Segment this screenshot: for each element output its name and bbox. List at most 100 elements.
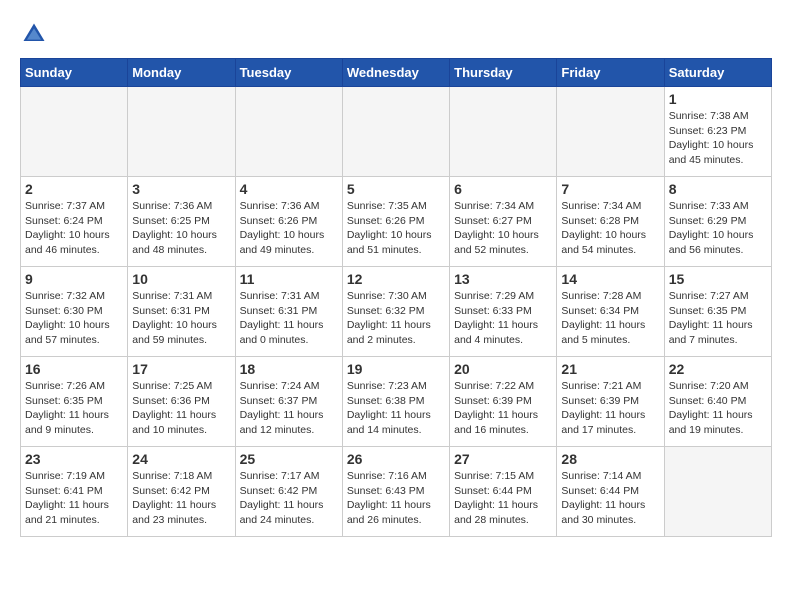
calendar-cell: 21 Sunrise: 7:21 AM Sunset: 6:39 PM Dayli… [557, 357, 664, 447]
calendar-cell: 10 Sunrise: 7:31 AM Sunset: 6:31 PM Dayli… [128, 267, 235, 357]
calendar-table: SundayMondayTuesdayWednesdayThursdayFrid… [20, 58, 772, 537]
calendar-cell: 28Sunrise: 7:14 AM Sunset: 6:44 PM Dayli… [557, 447, 664, 537]
day-info: Sunrise: 7:31 AM Sunset: 6:31 PM Dayligh… [240, 289, 338, 348]
day-number: 24 [132, 451, 230, 467]
calendar-cell: 5 Sunrise: 7:35 AM Sunset: 6:26 PM Daylig… [342, 177, 449, 267]
day-info: Sunrise: 7:35 AM Sunset: 6:26 PM Dayligh… [347, 199, 445, 258]
day-number: 5 [347, 181, 445, 197]
day-info: Sunrise: 7:22 AM Sunset: 6:39 PM Dayligh… [454, 379, 552, 438]
calendar-cell: 4 Sunrise: 7:36 AM Sunset: 6:26 PM Daylig… [235, 177, 342, 267]
day-info: Sunrise: 7:34 AM Sunset: 6:27 PM Dayligh… [454, 199, 552, 258]
calendar-header-row: SundayMondayTuesdayWednesdayThursdayFrid… [21, 59, 772, 87]
day-number: 22 [669, 361, 767, 377]
day-number: 4 [240, 181, 338, 197]
day-header: Thursday [450, 59, 557, 87]
day-info: Sunrise: 7:37 AM Sunset: 6:24 PM Dayligh… [25, 199, 123, 258]
day-number: 26 [347, 451, 445, 467]
day-info: Sunrise: 7:27 AM Sunset: 6:35 PM Dayligh… [669, 289, 767, 348]
day-number: 23 [25, 451, 123, 467]
calendar-cell [128, 87, 235, 177]
day-number: 7 [561, 181, 659, 197]
day-info: Sunrise: 7:30 AM Sunset: 6:32 PM Dayligh… [347, 289, 445, 348]
day-header: Saturday [664, 59, 771, 87]
calendar-cell [21, 87, 128, 177]
calendar-cell: 3 Sunrise: 7:36 AM Sunset: 6:25 PM Daylig… [128, 177, 235, 267]
day-info: Sunrise: 7:31 AM Sunset: 6:31 PM Dayligh… [132, 289, 230, 348]
day-info: Sunrise: 7:23 AM Sunset: 6:38 PM Dayligh… [347, 379, 445, 438]
calendar-cell: 12 Sunrise: 7:30 AM Sunset: 6:32 PM Dayli… [342, 267, 449, 357]
calendar-cell: 23 Sunrise: 7:19 AM Sunset: 6:41 PM Dayli… [21, 447, 128, 537]
day-info: Sunrise: 7:16 AM Sunset: 6:43 PM Dayligh… [347, 469, 445, 528]
calendar-cell: 1 Sunrise: 7:38 AM Sunset: 6:23 PM Daylig… [664, 87, 771, 177]
day-number: 8 [669, 181, 767, 197]
logo-icon [20, 20, 48, 48]
day-header: Monday [128, 59, 235, 87]
calendar-cell: 27 Sunrise: 7:15 AM Sunset: 6:44 PM Dayli… [450, 447, 557, 537]
calendar-cell: 9Sunrise: 7:32 AM Sunset: 6:30 PM Daylig… [21, 267, 128, 357]
calendar-cell: 25 Sunrise: 7:17 AM Sunset: 6:42 PM Dayli… [235, 447, 342, 537]
calendar-cell: 13 Sunrise: 7:29 AM Sunset: 6:33 PM Dayli… [450, 267, 557, 357]
day-header: Friday [557, 59, 664, 87]
day-info: Sunrise: 7:36 AM Sunset: 6:25 PM Dayligh… [132, 199, 230, 258]
day-number: 6 [454, 181, 552, 197]
day-number: 17 [132, 361, 230, 377]
calendar-cell: 19 Sunrise: 7:23 AM Sunset: 6:38 PM Dayli… [342, 357, 449, 447]
calendar-cell: 18 Sunrise: 7:24 AM Sunset: 6:37 PM Dayli… [235, 357, 342, 447]
day-number: 27 [454, 451, 552, 467]
calendar-cell: 2 Sunrise: 7:37 AM Sunset: 6:24 PM Daylig… [21, 177, 128, 267]
day-info: Sunrise: 7:28 AM Sunset: 6:34 PM Dayligh… [561, 289, 659, 348]
day-info: Sunrise: 7:38 AM Sunset: 6:23 PM Dayligh… [669, 109, 767, 168]
calendar-week-row: 9Sunrise: 7:32 AM Sunset: 6:30 PM Daylig… [21, 267, 772, 357]
day-number: 1 [669, 91, 767, 107]
page-header [20, 20, 772, 48]
calendar-cell: 16Sunrise: 7:26 AM Sunset: 6:35 PM Dayli… [21, 357, 128, 447]
calendar-cell: 8 Sunrise: 7:33 AM Sunset: 6:29 PM Daylig… [664, 177, 771, 267]
day-number: 3 [132, 181, 230, 197]
calendar-cell: 11 Sunrise: 7:31 AM Sunset: 6:31 PM Dayli… [235, 267, 342, 357]
calendar-cell [664, 447, 771, 537]
day-number: 18 [240, 361, 338, 377]
calendar-week-row: 23 Sunrise: 7:19 AM Sunset: 6:41 PM Dayli… [21, 447, 772, 537]
day-info: Sunrise: 7:26 AM Sunset: 6:35 PM Dayligh… [25, 379, 123, 438]
calendar-week-row: 16Sunrise: 7:26 AM Sunset: 6:35 PM Dayli… [21, 357, 772, 447]
day-info: Sunrise: 7:15 AM Sunset: 6:44 PM Dayligh… [454, 469, 552, 528]
calendar-cell: 26 Sunrise: 7:16 AM Sunset: 6:43 PM Dayli… [342, 447, 449, 537]
day-number: 15 [669, 271, 767, 287]
day-number: 13 [454, 271, 552, 287]
day-info: Sunrise: 7:25 AM Sunset: 6:36 PM Dayligh… [132, 379, 230, 438]
calendar-cell: 15 Sunrise: 7:27 AM Sunset: 6:35 PM Dayli… [664, 267, 771, 357]
calendar-week-row: 2 Sunrise: 7:37 AM Sunset: 6:24 PM Daylig… [21, 177, 772, 267]
day-number: 12 [347, 271, 445, 287]
day-info: Sunrise: 7:18 AM Sunset: 6:42 PM Dayligh… [132, 469, 230, 528]
calendar-cell [342, 87, 449, 177]
day-info: Sunrise: 7:17 AM Sunset: 6:42 PM Dayligh… [240, 469, 338, 528]
day-info: Sunrise: 7:36 AM Sunset: 6:26 PM Dayligh… [240, 199, 338, 258]
day-info: Sunrise: 7:34 AM Sunset: 6:28 PM Dayligh… [561, 199, 659, 258]
day-number: 21 [561, 361, 659, 377]
calendar-week-row: 1 Sunrise: 7:38 AM Sunset: 6:23 PM Daylig… [21, 87, 772, 177]
calendar-cell [557, 87, 664, 177]
day-header: Wednesday [342, 59, 449, 87]
day-number: 10 [132, 271, 230, 287]
day-info: Sunrise: 7:29 AM Sunset: 6:33 PM Dayligh… [454, 289, 552, 348]
day-number: 2 [25, 181, 123, 197]
day-info: Sunrise: 7:24 AM Sunset: 6:37 PM Dayligh… [240, 379, 338, 438]
day-info: Sunrise: 7:19 AM Sunset: 6:41 PM Dayligh… [25, 469, 123, 528]
calendar-cell: 14Sunrise: 7:28 AM Sunset: 6:34 PM Dayli… [557, 267, 664, 357]
day-header: Tuesday [235, 59, 342, 87]
day-number: 25 [240, 451, 338, 467]
calendar-cell [450, 87, 557, 177]
day-info: Sunrise: 7:21 AM Sunset: 6:39 PM Dayligh… [561, 379, 659, 438]
calendar-cell: 20Sunrise: 7:22 AM Sunset: 6:39 PM Dayli… [450, 357, 557, 447]
day-info: Sunrise: 7:20 AM Sunset: 6:40 PM Dayligh… [669, 379, 767, 438]
day-number: 19 [347, 361, 445, 377]
calendar-cell: 17 Sunrise: 7:25 AM Sunset: 6:36 PM Dayli… [128, 357, 235, 447]
day-info: Sunrise: 7:33 AM Sunset: 6:29 PM Dayligh… [669, 199, 767, 258]
day-info: Sunrise: 7:32 AM Sunset: 6:30 PM Dayligh… [25, 289, 123, 348]
day-number: 11 [240, 271, 338, 287]
calendar-cell: 7 Sunrise: 7:34 AM Sunset: 6:28 PM Daylig… [557, 177, 664, 267]
calendar-cell: 22 Sunrise: 7:20 AM Sunset: 6:40 PM Dayli… [664, 357, 771, 447]
calendar-cell: 24 Sunrise: 7:18 AM Sunset: 6:42 PM Dayli… [128, 447, 235, 537]
logo [20, 20, 52, 48]
calendar-cell [235, 87, 342, 177]
